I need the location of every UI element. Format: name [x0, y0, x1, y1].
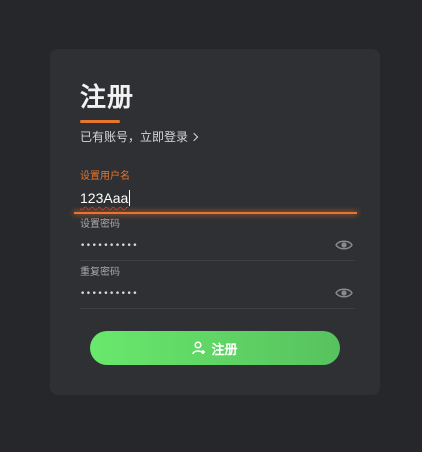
confirm-password-value: ••••••••••: [80, 289, 139, 299]
login-link[interactable]: 已有账号，立即登录: [80, 129, 199, 145]
title-underline: [80, 120, 120, 123]
eye-icon[interactable]: [335, 238, 353, 252]
login-link-label: 已有账号，立即登录: [80, 130, 189, 144]
password-field[interactable]: 设置密码 ••••••••••: [80, 218, 355, 261]
register-button-label: 注册: [211, 342, 238, 358]
username-field[interactable]: 设置用户名 123Aaa: [74, 170, 357, 214]
confirm-password-field[interactable]: 重复密码 ••••••••••: [80, 266, 355, 309]
confirm-password-label: 重复密码: [80, 267, 120, 278]
username-value: 123Aaa: [80, 190, 129, 206]
password-value: ••••••••••: [80, 241, 139, 251]
password-underline: [80, 260, 355, 261]
username-label: 设置用户名: [80, 171, 130, 182]
password-label: 设置密码: [80, 219, 120, 230]
confirm-password-underline: [80, 308, 355, 309]
confirm-password-input[interactable]: ••••••••••: [80, 284, 355, 304]
user-add-icon: [192, 341, 206, 355]
username-underline: [74, 212, 357, 214]
password-input[interactable]: ••••••••••: [80, 236, 355, 256]
text-caret: [129, 190, 131, 206]
eye-icon[interactable]: [335, 286, 353, 300]
register-button[interactable]: 注册: [90, 331, 340, 365]
chevron-right-icon: [189, 132, 199, 142]
username-input[interactable]: 123Aaa: [80, 188, 355, 208]
register-card: 注册 已有账号，立即登录 设置用户名 123Aaa 设置密码 •••••••••…: [50, 49, 380, 395]
page-title: 注册: [80, 83, 135, 113]
